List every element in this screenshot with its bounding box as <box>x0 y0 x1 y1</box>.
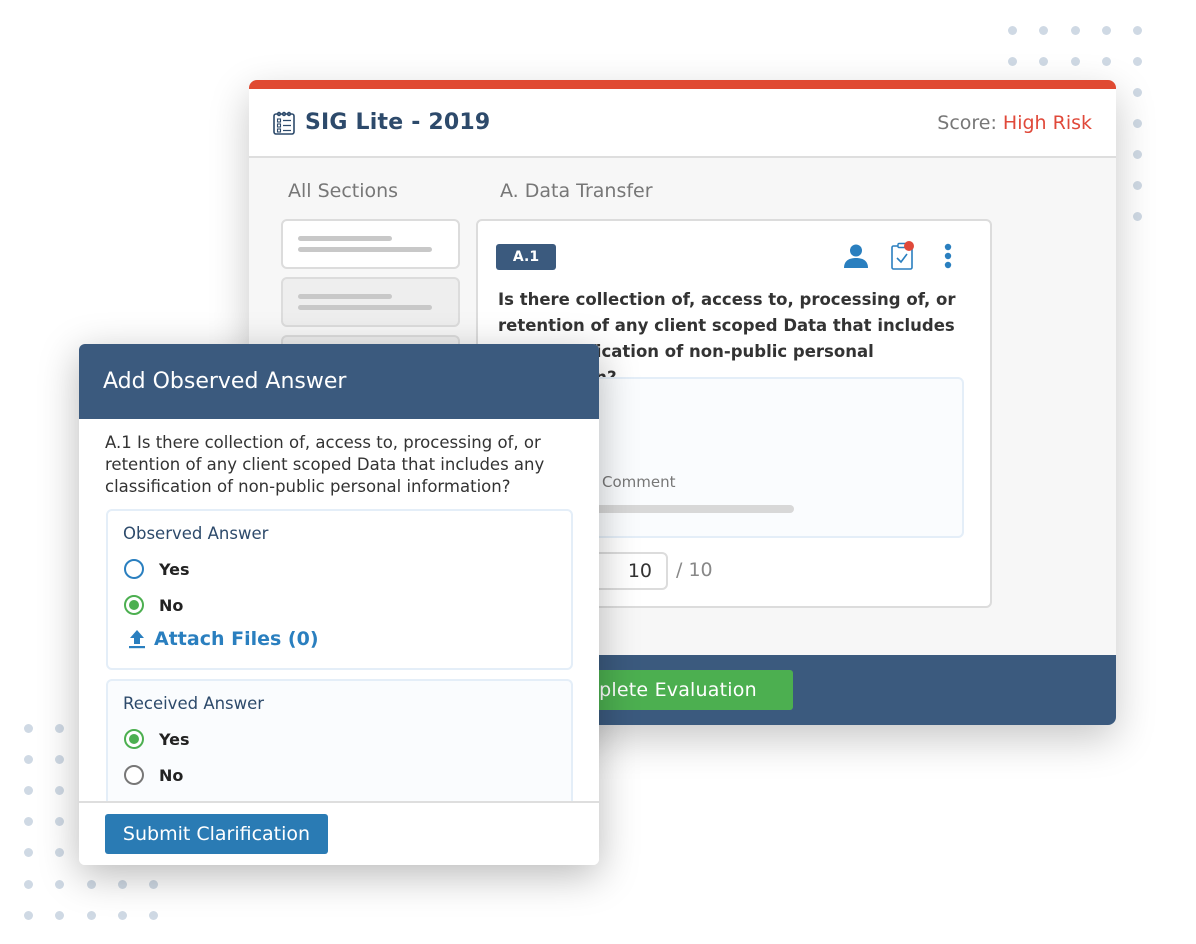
score-max: / 10 <box>676 559 713 581</box>
assign-user-button[interactable] <box>842 241 870 271</box>
decorative-dot <box>1071 26 1080 35</box>
placeholder-line <box>298 247 432 252</box>
decorative-dot <box>87 911 96 920</box>
submit-clarification-button[interactable]: Submit Clarification <box>105 814 328 854</box>
attach-files-label: Attach Files (0) <box>154 628 319 650</box>
received-answer-label: Received Answer <box>123 694 265 713</box>
question-number-badge: A.1 <box>496 244 556 270</box>
questionnaire-title: SIG Lite - 2019 <box>305 110 491 135</box>
radio-checked[interactable] <box>124 729 144 749</box>
decorative-dot <box>24 786 33 795</box>
decorative-dot <box>24 848 33 857</box>
radio-unchecked[interactable] <box>124 559 144 579</box>
score-value: High Risk <box>1002 111 1092 134</box>
decorative-dot <box>1039 26 1048 35</box>
attach-files-link[interactable]: Attach Files (0) <box>128 628 319 650</box>
placeholder-line <box>298 294 392 299</box>
decorative-dot <box>149 880 158 889</box>
modal-header: Add Observed Answer <box>79 344 599 419</box>
decorative-dot <box>24 724 33 733</box>
observed-answer-label: Observed Answer <box>123 524 269 543</box>
option-label: Yes <box>159 729 190 749</box>
window-header: SIG Lite - 2019 Score: High Risk <box>249 89 1116 158</box>
user-icon <box>844 244 868 268</box>
radio-checked[interactable] <box>124 595 144 615</box>
window-accent-bar <box>249 80 1116 89</box>
decorative-dot <box>87 880 96 889</box>
radio-unchecked[interactable] <box>124 765 144 785</box>
more-options-button[interactable] <box>934 241 962 271</box>
received-answer-group: Received Answer Yes No <box>106 679 573 809</box>
decorative-dot <box>55 724 64 733</box>
score-label: Score: <box>937 111 997 134</box>
upload-icon <box>129 630 145 649</box>
decorative-dot <box>1133 88 1142 97</box>
section-heading: A. Data Transfer <box>500 180 653 202</box>
observed-yes-option[interactable]: Yes <box>124 559 190 579</box>
decorative-dot <box>24 911 33 920</box>
decorative-dot <box>1133 181 1142 190</box>
modal-question-text: A.1 Is there collection of, access to, p… <box>105 433 545 496</box>
received-yes-option[interactable]: Yes <box>124 729 190 749</box>
decorative-dot <box>118 911 127 920</box>
decorative-dot <box>1133 212 1142 221</box>
comment-label: Comment <box>602 473 676 491</box>
section-list-item[interactable] <box>281 219 460 269</box>
decorative-dot <box>1039 57 1048 66</box>
decorative-dot <box>55 848 64 857</box>
add-observed-answer-modal: Add Observed Answer A.1 Is there collect… <box>79 344 599 865</box>
decorative-dot <box>149 911 158 920</box>
modal-title: Add Observed Answer <box>103 369 347 394</box>
decorative-dot <box>24 817 33 826</box>
decorative-dot <box>1133 119 1142 128</box>
question-actions <box>842 241 962 271</box>
observed-answer-group: Observed Answer Yes No Attach Files (0) <box>106 509 573 670</box>
modal-footer: Submit Clarification <box>79 801 599 865</box>
received-no-option[interactable]: No <box>124 765 183 785</box>
all-sections-heading: All Sections <box>288 180 399 202</box>
decorative-dot <box>24 880 33 889</box>
decorative-dot <box>1133 57 1142 66</box>
option-label: No <box>159 765 184 785</box>
placeholder-line <box>298 305 432 310</box>
decorative-dot <box>55 880 64 889</box>
decorative-dot <box>1008 57 1017 66</box>
decorative-dot <box>118 880 127 889</box>
clipboard-task-button[interactable] <box>888 241 916 271</box>
section-list-item[interactable] <box>281 277 460 327</box>
decorative-dot <box>55 786 64 795</box>
risk-score: Score: High Risk <box>937 112 1092 134</box>
decorative-dot <box>1102 57 1111 66</box>
decorative-dot <box>1102 26 1111 35</box>
decorative-dot <box>55 755 64 764</box>
kebab-menu-icon <box>944 243 952 269</box>
questionnaire-icon <box>273 111 295 135</box>
observed-no-option[interactable]: No <box>124 595 183 615</box>
option-label: Yes <box>159 559 190 579</box>
decorative-dot <box>1133 150 1142 159</box>
placeholder-line <box>298 236 392 241</box>
option-label: No <box>159 595 184 615</box>
decorative-dot <box>1071 57 1080 66</box>
decorative-dot <box>55 817 64 826</box>
notification-dot <box>904 241 914 251</box>
decorative-dot <box>24 755 33 764</box>
decorative-dot <box>1008 26 1017 35</box>
decorative-dot <box>55 911 64 920</box>
decorative-dot <box>1133 26 1142 35</box>
